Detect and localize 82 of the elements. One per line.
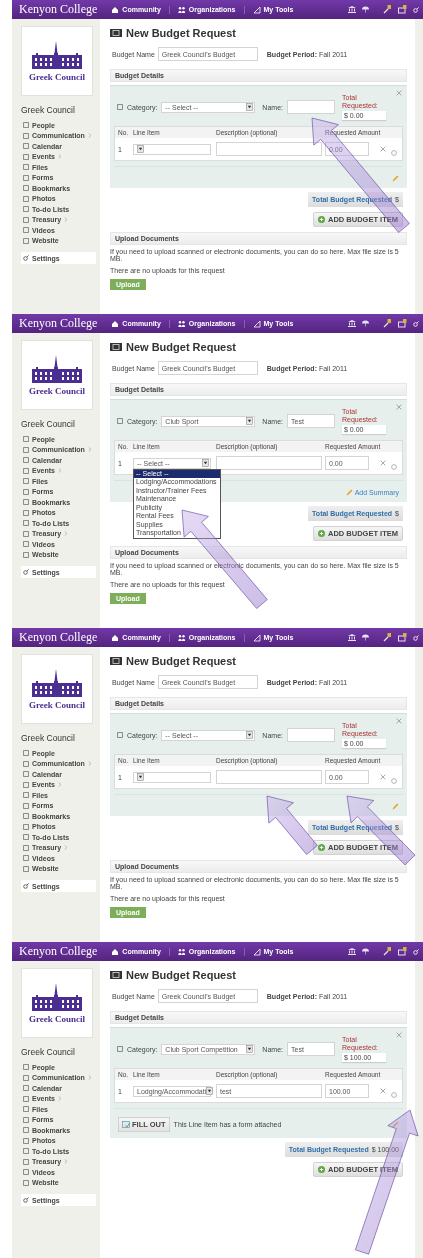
house-icon bbox=[111, 947, 120, 956]
form-icon bbox=[122, 1121, 130, 1128]
banknote-icon bbox=[110, 343, 122, 351]
collapse-icon bbox=[117, 732, 123, 738]
settings-icon[interactable] bbox=[413, 6, 419, 13]
people-icon bbox=[177, 5, 186, 14]
pencil-icon bbox=[345, 489, 353, 496]
building-icon[interactable] bbox=[348, 6, 356, 13]
settings-icon[interactable] bbox=[413, 948, 419, 955]
site-brand[interactable]: Kenyon College bbox=[19, 630, 98, 645]
plus-circle-icon bbox=[318, 530, 325, 537]
description-field[interactable] bbox=[216, 456, 322, 470]
building-icon[interactable] bbox=[348, 320, 356, 327]
pencil-icon[interactable] bbox=[383, 633, 392, 642]
settings-icon bbox=[23, 1197, 29, 1203]
triangle-ruler-icon bbox=[252, 5, 261, 14]
building-icon[interactable] bbox=[348, 634, 356, 641]
page-title: New Budget Request bbox=[126, 27, 236, 39]
umbrella-icon[interactable] bbox=[362, 948, 369, 955]
window-icon[interactable] bbox=[398, 633, 407, 642]
banknote-icon bbox=[110, 657, 122, 665]
collapse-icon bbox=[117, 418, 123, 424]
triangle-ruler-icon bbox=[252, 633, 261, 642]
building-icon[interactable] bbox=[348, 948, 356, 955]
site-brand[interactable]: Kenyon College bbox=[19, 316, 98, 331]
triangle-ruler-icon bbox=[252, 947, 261, 956]
dropdown-arrow-icon[interactable] bbox=[246, 417, 254, 425]
name-field[interactable] bbox=[287, 100, 335, 114]
organization-name: Greek Council bbox=[21, 1047, 76, 1057]
pencil-icon bbox=[392, 1121, 399, 1128]
pencil-icon bbox=[392, 175, 399, 182]
settings-icon bbox=[23, 569, 29, 575]
collapse-icon bbox=[117, 104, 123, 110]
logo-text: Greek Council bbox=[28, 71, 86, 82]
site-brand[interactable]: Kenyon College bbox=[19, 2, 98, 17]
dropdown-arrow-icon[interactable] bbox=[246, 1045, 254, 1053]
page-title: New Budget Request bbox=[126, 655, 236, 667]
organization-name: Greek Council bbox=[21, 419, 76, 429]
pencil-icon[interactable] bbox=[383, 319, 392, 328]
dropdown-arrow-icon[interactable] bbox=[202, 459, 209, 467]
triangle-ruler-icon bbox=[252, 319, 261, 328]
logo-text: Greek Council bbox=[28, 699, 86, 710]
plus-circle-icon bbox=[318, 216, 325, 223]
logo-text: Greek Council bbox=[28, 385, 86, 396]
logo-text: Greek Council bbox=[28, 1013, 86, 1024]
page-title: New Budget Request bbox=[126, 341, 236, 353]
organization-name: Greek Council bbox=[21, 105, 76, 115]
house-icon bbox=[111, 319, 120, 328]
window-icon[interactable] bbox=[398, 947, 407, 956]
pencil-icon[interactable] bbox=[383, 947, 392, 956]
settings-icon[interactable] bbox=[413, 320, 419, 327]
name-field[interactable] bbox=[287, 728, 335, 742]
dropdown-arrow-icon[interactable] bbox=[206, 1087, 214, 1095]
description-field[interactable] bbox=[216, 770, 322, 784]
umbrella-icon[interactable] bbox=[362, 320, 369, 327]
umbrella-icon[interactable] bbox=[362, 6, 369, 13]
banknote-icon bbox=[110, 29, 122, 37]
settings-icon bbox=[23, 883, 29, 889]
house-icon bbox=[111, 633, 120, 642]
plus-circle-icon bbox=[318, 844, 325, 851]
settings-icon[interactable] bbox=[413, 634, 419, 641]
dropdown-arrow-icon[interactable] bbox=[137, 145, 144, 153]
people-icon bbox=[177, 319, 186, 328]
window-icon[interactable] bbox=[398, 5, 407, 14]
plus-circle-icon bbox=[318, 1166, 325, 1173]
pencil-icon bbox=[392, 803, 399, 810]
pencil-icon[interactable] bbox=[383, 5, 392, 14]
organization-name: Greek Council bbox=[21, 733, 76, 743]
page-title: New Budget Request bbox=[126, 969, 236, 981]
people-icon bbox=[177, 947, 186, 956]
dropdown-arrow-icon[interactable] bbox=[246, 731, 254, 739]
dropdown-arrow-icon[interactable] bbox=[137, 773, 144, 781]
site-brand[interactable]: Kenyon College bbox=[19, 944, 98, 959]
people-icon bbox=[177, 633, 186, 642]
settings-icon bbox=[23, 255, 29, 261]
dropdown-arrow-icon[interactable] bbox=[246, 103, 254, 111]
house-icon bbox=[111, 5, 120, 14]
banknote-icon bbox=[110, 971, 122, 979]
window-icon[interactable] bbox=[398, 319, 407, 328]
collapse-icon bbox=[117, 1046, 123, 1052]
umbrella-icon[interactable] bbox=[362, 634, 369, 641]
description-field[interactable] bbox=[216, 142, 322, 156]
